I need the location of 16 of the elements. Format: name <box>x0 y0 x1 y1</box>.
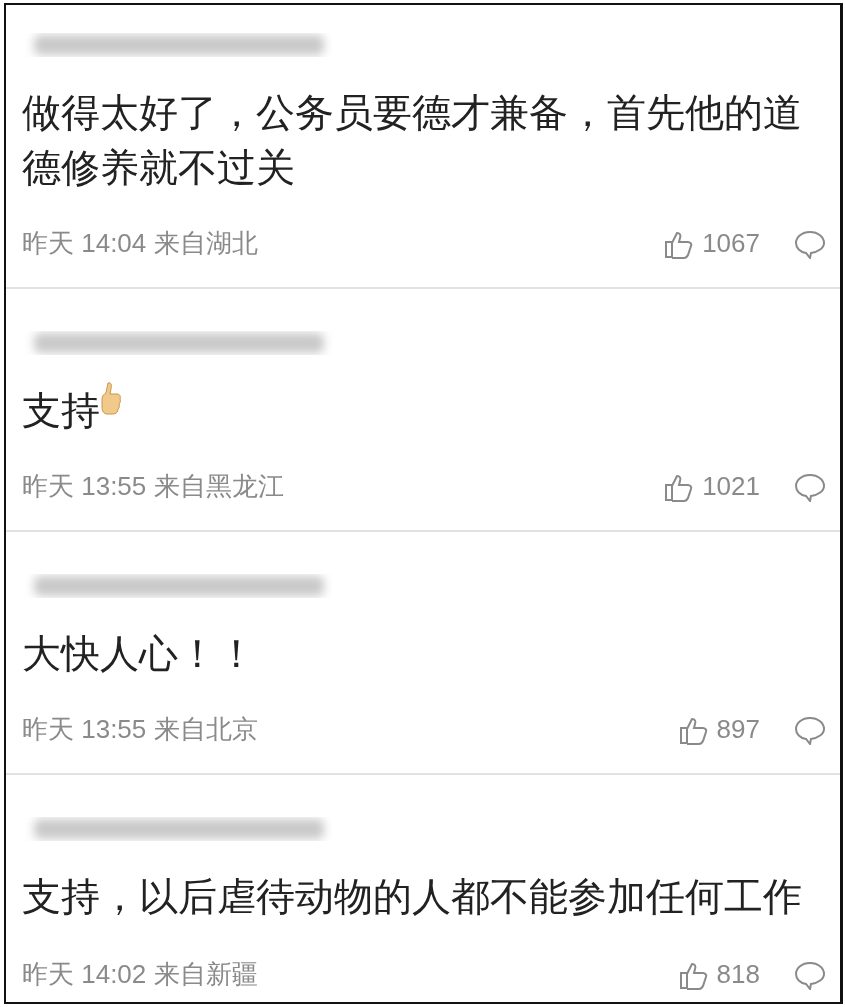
like-count: 897 <box>716 714 760 745</box>
comment-time: 昨天 13:55 来自黑龙江 <box>22 470 285 503</box>
comment-time: 昨天 14:04 来自湖北 <box>22 227 259 260</box>
comment-time: 昨天 13:55 来自北京 <box>22 713 259 746</box>
comment-text: 大快人心！！ <box>22 631 256 677</box>
comment-text: 支持 <box>22 388 100 434</box>
like-count: 818 <box>716 959 760 990</box>
comment-time: 昨天 14:02 来自新疆 <box>22 958 259 991</box>
comment-icon[interactable] <box>794 471 826 502</box>
comment-text: 做得太好了，公务员要德才兼备，首先他的道德修养就不过关 <box>22 90 803 191</box>
comment-icon[interactable] <box>794 959 826 990</box>
like-count: 1067 <box>702 228 760 259</box>
comment-text: 支持，以后虐待动物的人都不能参加任何工作 <box>22 874 802 920</box>
comment-icon[interactable] <box>794 714 826 745</box>
comment-icon[interactable] <box>794 228 826 259</box>
like-count: 1021 <box>702 471 760 502</box>
